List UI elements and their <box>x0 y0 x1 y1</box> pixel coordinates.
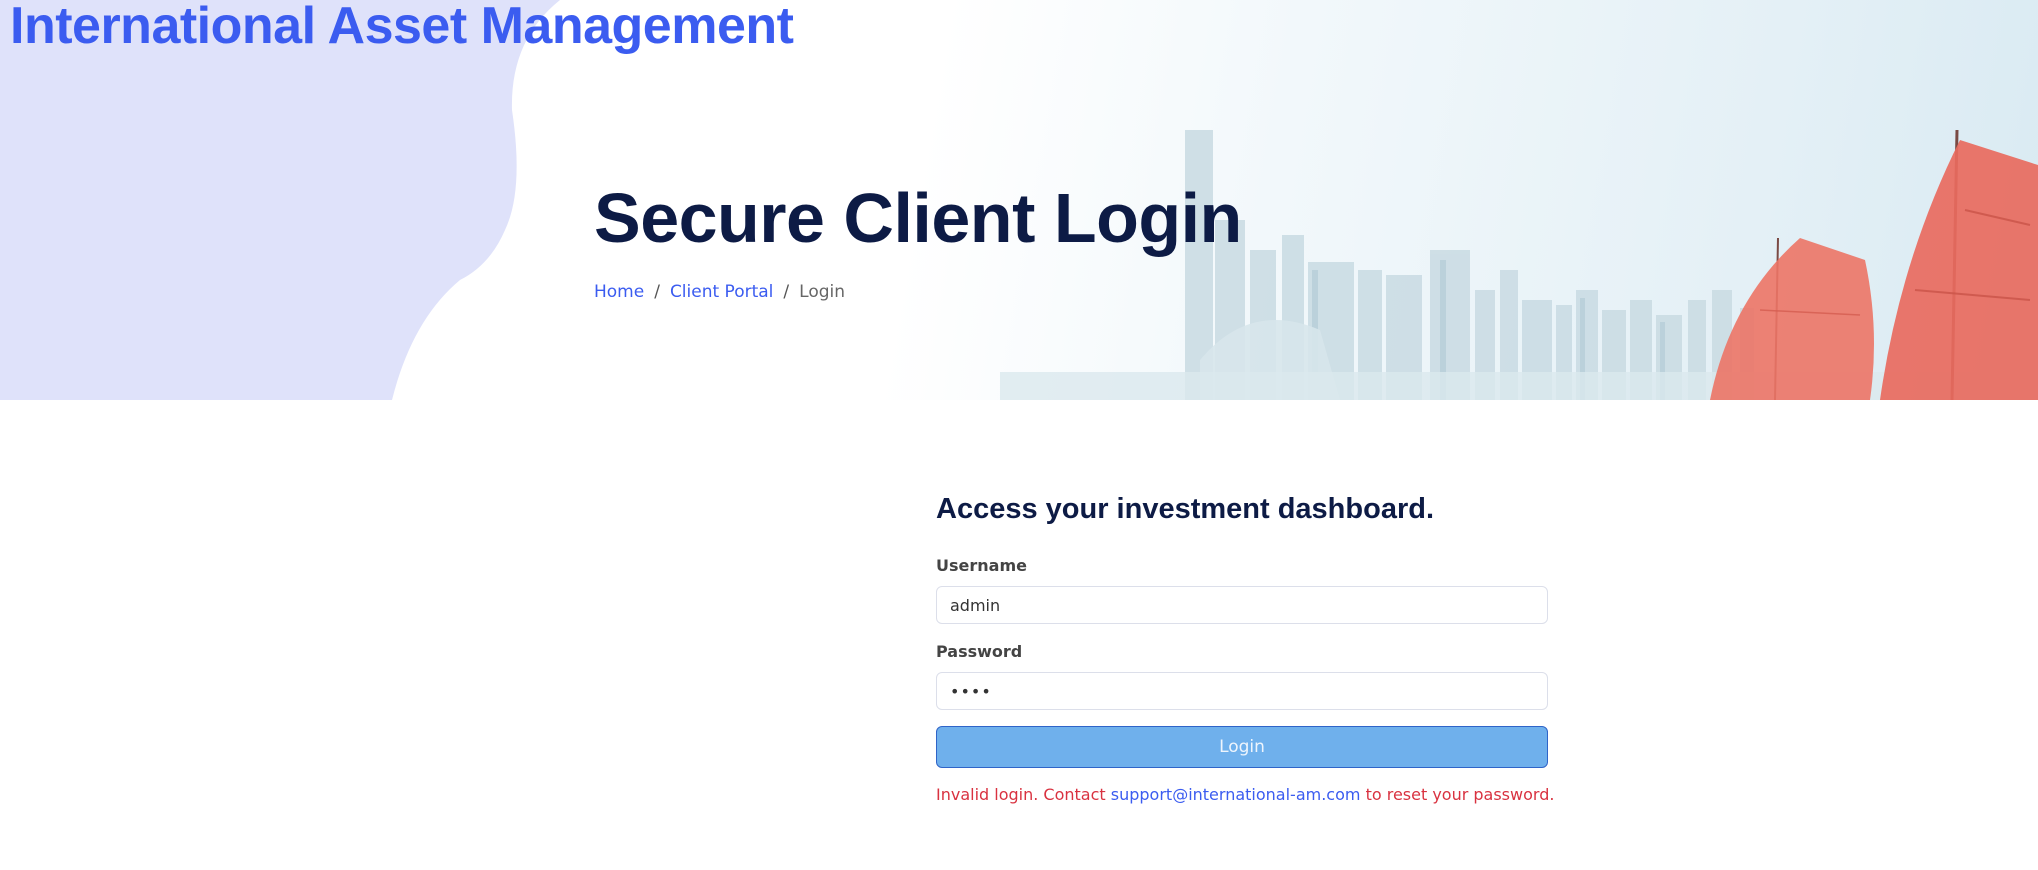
hero-decor-blob <box>0 0 560 400</box>
login-button[interactable]: Login <box>936 726 1548 768</box>
breadcrumb: Home / Client Portal / Login <box>594 282 845 302</box>
breadcrumb-separator: / <box>654 282 660 302</box>
junk-boat-sails <box>1710 129 2038 400</box>
breadcrumb-client-portal-link[interactable]: Client Portal <box>670 282 773 302</box>
breadcrumb-current: Login <box>799 282 846 302</box>
error-message: Invalid login. Contact support@internati… <box>936 785 1554 804</box>
support-email-link[interactable]: support@international-am.com <box>1111 785 1361 804</box>
error-message-suffix: to reset your password. <box>1365 785 1555 804</box>
error-message-prefix: Invalid login. Contact <box>936 785 1106 804</box>
username-input[interactable] <box>936 586 1548 624</box>
breadcrumb-home-link[interactable]: Home <box>594 282 644 302</box>
password-input[interactable] <box>936 672 1548 710</box>
hero-banner: International Asset Management Secure Cl… <box>0 0 2038 400</box>
login-form-heading: Access your investment dashboard. <box>936 493 1434 525</box>
username-label: Username <box>936 556 1027 575</box>
login-form: Access your investment dashboard. Userna… <box>936 493 1554 804</box>
brand-name[interactable]: International Asset Management <box>10 0 794 56</box>
breadcrumb-separator: / <box>783 282 790 302</box>
page-title: Secure Client Login <box>594 179 1242 257</box>
page: International Asset Management Secure Cl… <box>0 0 2038 870</box>
password-label: Password <box>936 642 1023 661</box>
